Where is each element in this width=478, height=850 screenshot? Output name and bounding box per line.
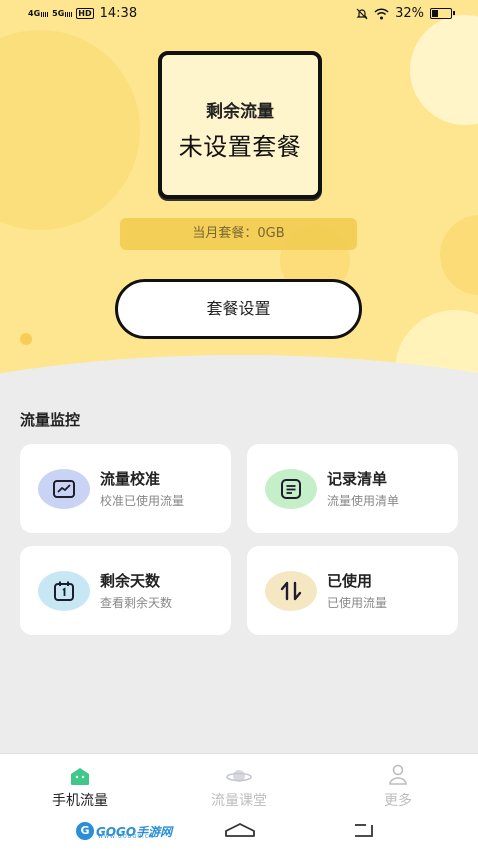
nav-label: 流量课堂 — [211, 793, 267, 809]
tile-subtitle: 已使用流量 — [327, 596, 388, 610]
tile-subtitle: 查看剩余天数 — [100, 596, 173, 610]
home-gesture-icon[interactable] — [224, 821, 256, 839]
tile-records[interactable]: 记录清单 流量使用清单 — [247, 444, 458, 533]
bottom-nav: 手机流量 流量课堂 更多 — [0, 753, 478, 816]
nav-item-more[interactable]: 更多 — [348, 764, 448, 810]
profile-icon — [389, 764, 407, 785]
wifi-icon — [374, 7, 389, 19]
status-time: 14:38 — [99, 6, 138, 21]
list-icon — [265, 469, 317, 509]
signal-icon: 4G — [28, 9, 49, 18]
tile-days-left[interactable]: 剩余天数 查看剩余天数 — [20, 546, 231, 635]
watermark-icon: G — [76, 822, 94, 840]
decor-blob — [0, 30, 140, 230]
back-icon[interactable] — [352, 821, 376, 839]
remaining-value: 未设置套餐 — [178, 133, 302, 161]
transfer-icon — [265, 571, 317, 611]
watermark-logo: G GOGO手游网 WWW.GOGOO.CN — [76, 820, 172, 842]
decor-blob — [440, 215, 478, 295]
nav-item-classroom[interactable]: 流量课堂 — [189, 764, 289, 810]
tile-calibrate[interactable]: 流量校准 校准已使用流量 — [20, 444, 231, 533]
nav-item-phone-data[interactable]: 手机流量 — [30, 764, 130, 810]
watermark-url: WWW.GOGOO.CN — [98, 834, 155, 840]
chart-icon — [38, 469, 90, 509]
home-icon — [71, 768, 89, 785]
hd-icon: HD — [76, 8, 94, 19]
battery-icon — [430, 8, 455, 19]
status-bar: 4G 5G HD 14:38 32% — [0, 0, 478, 30]
system-nav-bar: G GOGO手游网 WWW.GOGOO.CN — [0, 815, 478, 850]
tile-subtitle: 流量使用清单 — [327, 494, 400, 508]
monthly-plan-info: 当月套餐：0GB — [120, 218, 357, 250]
calendar-icon — [38, 571, 90, 611]
tile-title: 记录清单 — [327, 470, 388, 488]
tile-used[interactable]: 已使用 已使用流量 — [247, 546, 458, 635]
decor-blob — [410, 15, 478, 125]
remaining-data-card: 剩余流量 未设置套餐 — [158, 51, 322, 199]
battery-percent: 32% — [395, 6, 424, 21]
hero-banner: 4G 5G HD 14:38 32% 剩余流量 未设置套餐 当月套餐：0GB 套… — [0, 0, 478, 395]
tile-title: 剩余天数 — [100, 572, 161, 590]
tile-title: 流量校准 — [100, 470, 161, 488]
remaining-title: 剩余流量 — [206, 102, 274, 122]
tile-title: 已使用 — [327, 572, 373, 590]
signal-icon: 5G — [52, 9, 73, 18]
section-title: 流量监控 — [20, 411, 81, 429]
nav-label: 更多 — [384, 793, 412, 809]
mute-icon — [356, 8, 368, 19]
plan-settings-button[interactable]: 套餐设置 — [115, 279, 362, 339]
nav-label: 手机流量 — [52, 793, 108, 809]
decor-dot — [20, 333, 32, 345]
planet-icon — [226, 770, 252, 782]
tile-subtitle: 校准已使用流量 — [100, 494, 185, 508]
